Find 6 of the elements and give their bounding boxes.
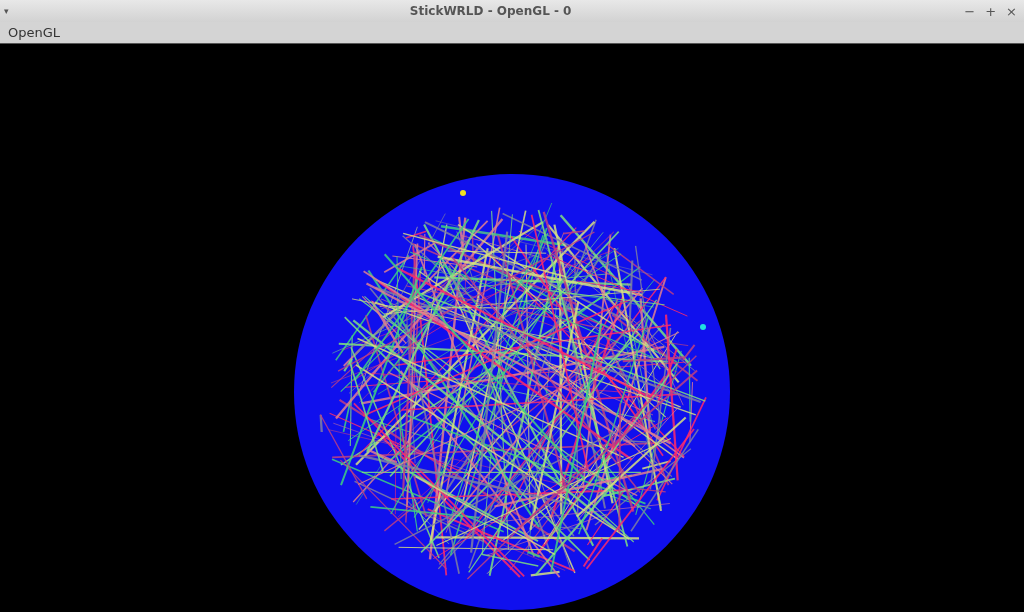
window-menu-button[interactable]: ▾ [4, 6, 18, 16]
window-control-button[interactable]: − [963, 4, 977, 18]
window-control-button[interactable]: × [1005, 4, 1018, 18]
window-control-button[interactable]: + [984, 4, 998, 18]
window-title: StickWRLD - OpenGL - 0 [408, 3, 573, 20]
menu-item[interactable]: OpenGL [0, 22, 69, 43]
